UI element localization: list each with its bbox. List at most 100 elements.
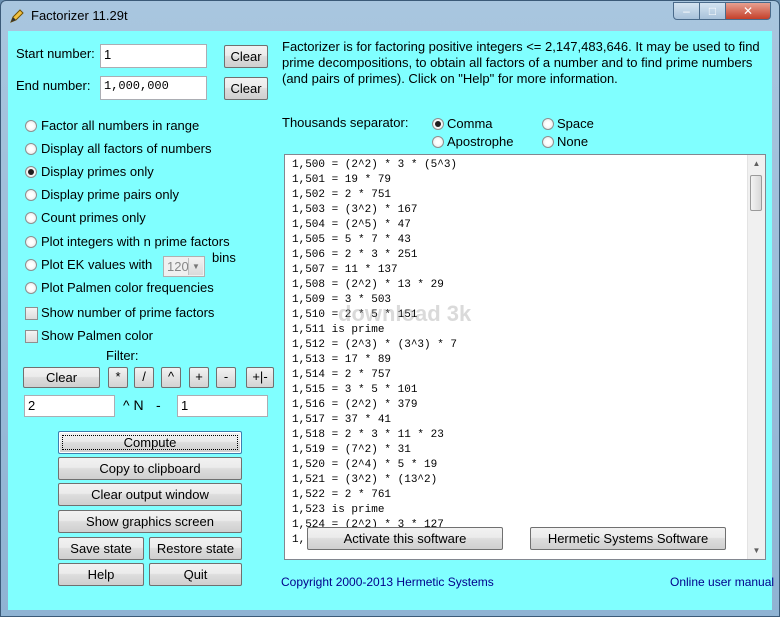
- scroll-up-icon[interactable]: ▲: [748, 155, 765, 172]
- filter-op-button-3[interactable]: +: [189, 367, 209, 388]
- title-bar[interactable]: Factorizer 11.29t – □ ✕: [1, 1, 779, 31]
- checkbox-0[interactable]: [25, 307, 38, 320]
- start-number-label: Start number:: [16, 46, 95, 61]
- bins-value: 120: [167, 259, 189, 274]
- pencil-icon: [9, 8, 25, 24]
- output-line: 1,506 = 2 * 3 * 251: [292, 249, 418, 261]
- filter-label: Filter:: [106, 348, 139, 363]
- mode-label-2[interactable]: Display primes only: [41, 164, 154, 179]
- output-line: 1,513 = 17 * 89: [292, 354, 392, 366]
- watermark-logo: download 3k: [338, 301, 472, 326]
- separator-label-2[interactable]: Apostrophe: [447, 134, 514, 149]
- filter-base-input[interactable]: 2: [24, 395, 115, 417]
- output-line: 1,508 = (2^2) * 13 * 29: [292, 279, 444, 291]
- mode-radio-3[interactable]: [25, 189, 37, 201]
- filter-op-button-2[interactable]: ^: [161, 367, 181, 388]
- output-scrollbar[interactable]: ▲ ▼: [747, 155, 765, 559]
- output-line: 1,517 = 37 * 41: [292, 414, 392, 426]
- scroll-thumb[interactable]: [750, 175, 762, 211]
- mode-label-3[interactable]: Display prime pairs only: [41, 187, 179, 202]
- output-line: 1,516 = (2^2) * 379: [292, 399, 418, 411]
- app-window: Factorizer 11.29t – □ ✕ Start number: 1 …: [0, 0, 780, 617]
- end-number-label: End number:: [16, 78, 91, 93]
- output-line: 1,514 = 2 * 757: [292, 369, 392, 381]
- output-line: 1,523 is prime: [292, 504, 385, 516]
- save-state-button[interactable]: Save state: [58, 537, 144, 560]
- thousands-separator-label: Thousands separator:: [282, 115, 409, 130]
- mode-radio-6[interactable]: [25, 259, 37, 271]
- filter-op-button-0[interactable]: *: [108, 367, 128, 388]
- output-line: 1,515 = 3 * 5 * 101: [292, 384, 418, 396]
- clear-output-button[interactable]: Clear output window: [58, 483, 242, 506]
- separator-radio-3[interactable]: [542, 136, 554, 148]
- filter-offset-input[interactable]: 1: [177, 395, 268, 417]
- activate-software-button[interactable]: Activate this software: [307, 527, 503, 550]
- description-text: Factorizer is for factoring positive int…: [282, 39, 760, 86]
- output-text: 1,500 = (2^2) * 3 * (5^3) 1,501 = 19 * 79…: [292, 158, 457, 548]
- scroll-down-icon[interactable]: ▼: [748, 542, 765, 559]
- window-title: Factorizer 11.29t: [31, 8, 128, 23]
- filter-op-button-5[interactable]: +|-: [246, 367, 274, 388]
- output-line: 1,501 = 19 * 79: [292, 174, 392, 186]
- minus-label: -: [156, 397, 161, 413]
- start-number-input[interactable]: 1: [100, 44, 207, 68]
- filter-clear-button[interactable]: Clear: [23, 367, 100, 388]
- output-window[interactable]: 1,500 = (2^2) * 3 * (5^3) 1,501 = 19 * 79…: [284, 154, 766, 560]
- separator-label-0[interactable]: Comma: [447, 116, 493, 131]
- filter-op-button-1[interactable]: /: [134, 367, 154, 388]
- checkbox-label-1[interactable]: Show Palmen color: [41, 328, 153, 343]
- mode-label-0[interactable]: Factor all numbers in range: [41, 118, 199, 133]
- output-line: 1,505 = 5 * 7 * 43: [292, 234, 411, 246]
- output-line: 1,503 = (3^2) * 167: [292, 204, 418, 216]
- separator-radio-1[interactable]: [542, 118, 554, 130]
- online-manual-link[interactable]: Online user manual: [670, 575, 774, 589]
- output-line: 1,521 = (3^2) * (13^2): [292, 474, 438, 486]
- output-line: 1,522 = 2 * 761: [292, 489, 392, 501]
- output-line: 1,504 = (2^5) * 47: [292, 219, 411, 231]
- minimize-button[interactable]: –: [673, 2, 700, 20]
- output-line: 1,512 = (2^3) * (3^3) * 7: [292, 339, 458, 351]
- chevron-down-icon[interactable]: ▼: [188, 258, 203, 275]
- clear-start-button[interactable]: Clear: [224, 45, 268, 68]
- output-line: 1,520 = (2^4) * 5 * 19: [292, 459, 438, 471]
- separator-label-3[interactable]: None: [557, 134, 588, 149]
- separator-radio-0[interactable]: [432, 118, 444, 130]
- mode-label-7[interactable]: Plot Palmen color frequencies: [41, 280, 214, 295]
- restore-state-button[interactable]: Restore state: [149, 537, 242, 560]
- output-line: 1,507 = 11 * 137: [292, 264, 398, 276]
- mode-radio-7[interactable]: [25, 282, 37, 294]
- output-line: 1,518 = 2 * 3 * 11 * 23: [292, 429, 444, 441]
- mode-radio-4[interactable]: [25, 212, 37, 224]
- quit-button[interactable]: Quit: [149, 563, 242, 586]
- compute-button[interactable]: Compute: [58, 431, 242, 454]
- mode-label-5[interactable]: Plot integers with n prime factors: [41, 234, 230, 249]
- mode-radio-0[interactable]: [25, 120, 37, 132]
- mode-radio-2[interactable]: [25, 166, 37, 178]
- mode-radio-1[interactable]: [25, 143, 37, 155]
- output-line: 1,519 = (7^2) * 31: [292, 444, 411, 456]
- show-graphics-button[interactable]: Show graphics screen: [58, 510, 242, 533]
- focus-rect: [62, 435, 238, 450]
- checkbox-1[interactable]: [25, 330, 38, 343]
- mode-label-1[interactable]: Display all factors of numbers: [41, 141, 212, 156]
- close-button[interactable]: ✕: [725, 2, 771, 20]
- copy-to-clipboard-button[interactable]: Copy to clipboard: [58, 457, 242, 480]
- bins-combo[interactable]: 120 ▼: [163, 256, 205, 277]
- mode-label-4[interactable]: Count primes only: [41, 210, 146, 225]
- output-line: 1,502 = 2 * 751: [292, 189, 392, 201]
- checkbox-label-0[interactable]: Show number of prime factors: [41, 305, 214, 320]
- separator-radio-2[interactable]: [432, 136, 444, 148]
- output-line: 1,500 = (2^2) * 3 * (5^3): [292, 159, 458, 171]
- hermetic-software-button[interactable]: Hermetic Systems Software: [530, 527, 726, 550]
- caret-n-label: ^ N: [123, 397, 144, 413]
- clear-end-button[interactable]: Clear: [224, 77, 268, 100]
- end-number-input[interactable]: 1,000,000: [100, 76, 207, 100]
- bins-label: bins: [212, 250, 236, 265]
- mode-radio-5[interactable]: [25, 236, 37, 248]
- maximize-button[interactable]: □: [699, 2, 726, 20]
- help-button[interactable]: Help: [58, 563, 144, 586]
- filter-op-button-4[interactable]: -: [216, 367, 236, 388]
- copyright-text: Copyright 2000-2013 Hermetic Systems: [281, 575, 494, 589]
- separator-label-1[interactable]: Space: [557, 116, 594, 131]
- mode-label-6[interactable]: Plot EK values with: [41, 257, 152, 272]
